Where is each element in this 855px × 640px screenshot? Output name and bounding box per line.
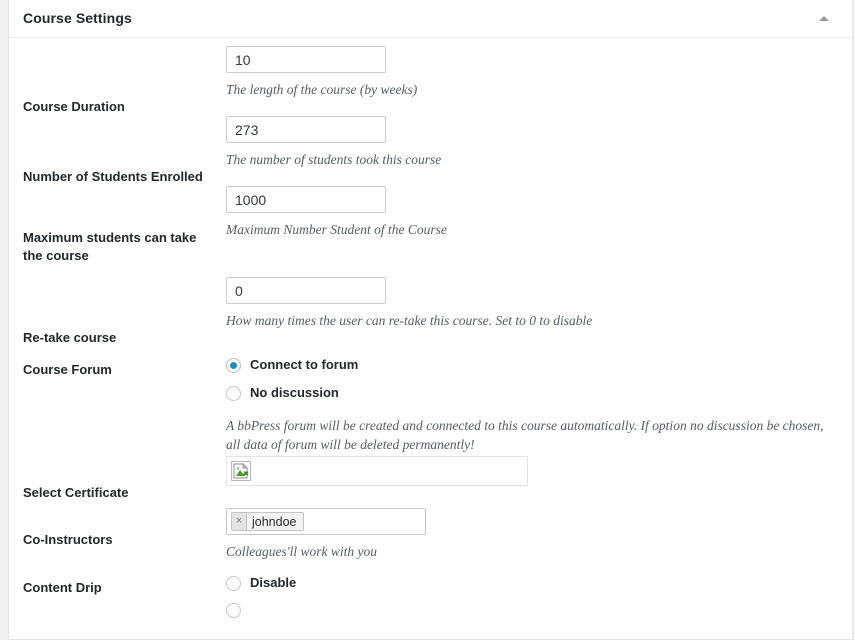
field-row-students-enrolled: Number of Students Enrolled The number o… bbox=[9, 116, 852, 186]
description-students-enrolled: The number of students took this course bbox=[226, 152, 442, 167]
label-retake-course: Re-take course bbox=[23, 330, 117, 345]
caret-up-icon bbox=[819, 16, 829, 21]
radio-icon-next[interactable] bbox=[226, 603, 241, 618]
course-settings-metabox: Course Settings Course Duration The leng… bbox=[8, 0, 853, 640]
radio-option-next[interactable] bbox=[226, 603, 838, 618]
field-row-course-forum: Course Forum Connect to forum No discuss… bbox=[9, 357, 852, 454]
label-course-forum: Course Forum bbox=[23, 362, 112, 377]
co-instructors-input[interactable]: × johndoe bbox=[226, 508, 426, 535]
students-enrolled-input[interactable] bbox=[226, 116, 386, 143]
certificate-picker[interactable] bbox=[226, 456, 528, 486]
label-content-drip: Content Drip bbox=[23, 580, 102, 595]
page-title: Course Settings bbox=[23, 10, 132, 27]
radio-icon-disable[interactable] bbox=[226, 575, 241, 591]
label-students-enrolled: Number of Students Enrolled bbox=[23, 169, 203, 184]
label-select-certificate: Select Certificate bbox=[23, 485, 129, 500]
description-retake-course: How many times the user can re-take this… bbox=[226, 313, 593, 328]
field-co-instructors: × johndoe Colleagues'll work with you bbox=[226, 508, 852, 561]
description-course-duration: The length of the course (by weeks) bbox=[226, 82, 418, 97]
course-duration-input[interactable] bbox=[226, 46, 386, 73]
description-course-forum: A bbPress forum will be created and conn… bbox=[226, 418, 824, 452]
field-row-select-certificate: Select Certificate bbox=[9, 456, 852, 502]
field-select-certificate bbox=[226, 456, 852, 486]
label-co-instructors: Co-Instructors bbox=[23, 532, 113, 547]
field-row-co-instructors: Co-Instructors × johndoe Colleagues'll w… bbox=[9, 508, 852, 561]
radio-icon-no-discussion[interactable] bbox=[226, 385, 241, 401]
field-content-drip: Disable bbox=[226, 575, 852, 618]
radio-label-disable: Disable bbox=[250, 575, 297, 590]
metabox-header: Course Settings bbox=[9, 0, 852, 38]
close-icon[interactable]: × bbox=[232, 513, 247, 530]
radio-icon-connect-to-forum[interactable] bbox=[226, 357, 241, 373]
collapse-toggle-button[interactable] bbox=[806, 0, 842, 37]
radio-option-connect-to-forum[interactable]: Connect to forum bbox=[226, 357, 838, 373]
radio-label-connect-to-forum: Connect to forum bbox=[250, 357, 359, 372]
field-row-content-drip: Content Drip Disable bbox=[9, 575, 852, 618]
label-course-duration: Course Duration bbox=[23, 99, 125, 114]
broken-image-icon bbox=[231, 461, 251, 481]
label-maximum-students: Maximum students can take the course bbox=[23, 230, 197, 263]
radio-option-disable[interactable]: Disable bbox=[226, 575, 838, 591]
field-maximum-students: Maximum Number Student of the Course bbox=[226, 186, 852, 239]
token-label: johndoe bbox=[247, 513, 303, 530]
field-row-maximum-students: Maximum students can take the course Max… bbox=[9, 186, 852, 265]
field-row-course-duration: Course Duration The length of the course… bbox=[9, 46, 852, 116]
token-johndoe[interactable]: × johndoe bbox=[231, 512, 304, 531]
description-co-instructors: Colleagues'll work with you bbox=[226, 544, 378, 559]
maximum-students-input[interactable] bbox=[226, 186, 386, 213]
field-students-enrolled: The number of students took this course bbox=[226, 116, 852, 169]
radio-option-no-discussion[interactable]: No discussion bbox=[226, 385, 838, 401]
field-course-duration: The length of the course (by weeks) bbox=[226, 46, 852, 99]
field-retake-course: How many times the user can re-take this… bbox=[226, 277, 852, 330]
description-maximum-students: Maximum Number Student of the Course bbox=[226, 222, 447, 237]
field-row-retake-course: Re-take course How many times the user c… bbox=[9, 277, 852, 347]
field-course-forum: Connect to forum No discussion A bbPress… bbox=[226, 357, 852, 454]
retake-course-input[interactable] bbox=[226, 277, 386, 304]
metabox-body: Course Duration The length of the course… bbox=[9, 46, 852, 618]
radio-label-no-discussion: No discussion bbox=[250, 385, 339, 400]
